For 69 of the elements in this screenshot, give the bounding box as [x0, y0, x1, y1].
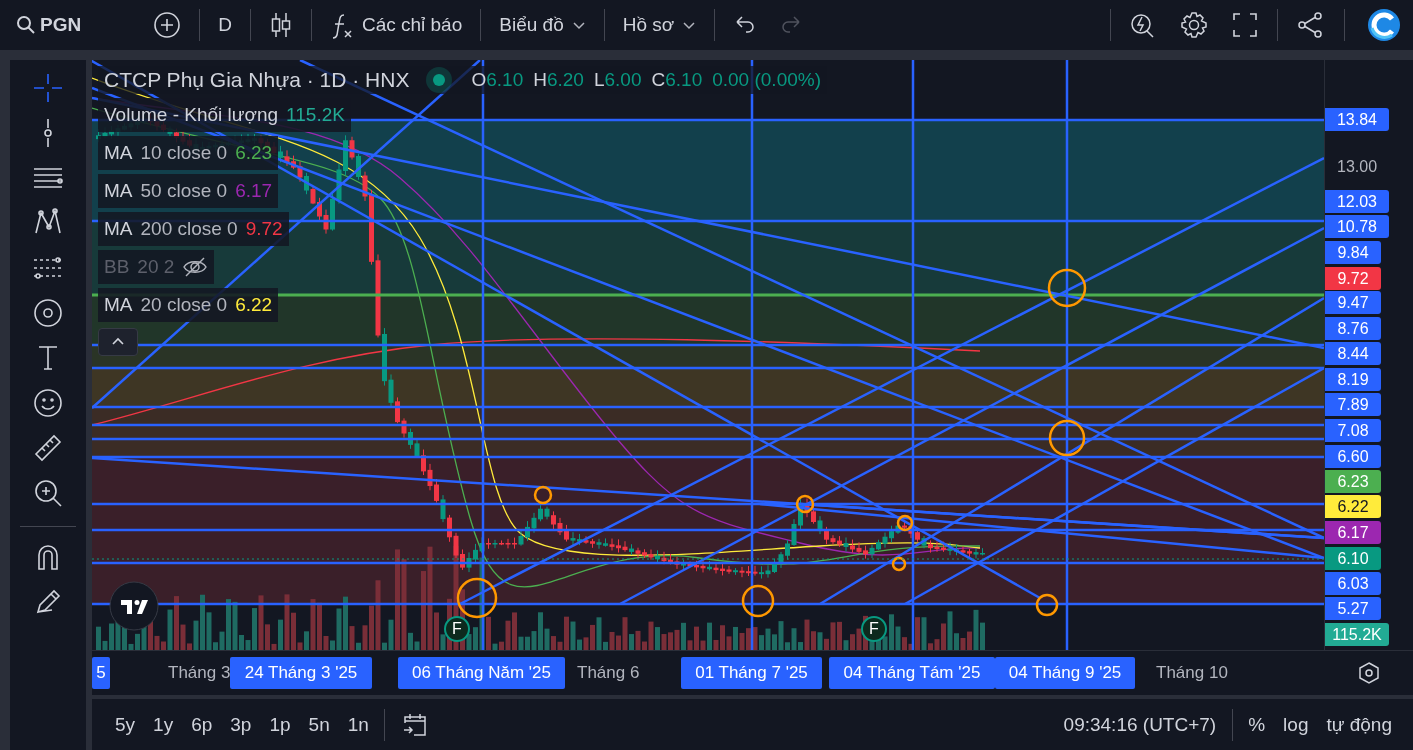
interval-button[interactable]: D [210, 6, 240, 44]
profile-menu-button[interactable]: Hồ sơ [614, 6, 705, 44]
indicator-params: 10 close 0 [140, 142, 228, 164]
price-label: 10.78 [1325, 215, 1389, 238]
indicator-params: 20 2 [137, 256, 175, 278]
indicator-value: 115.2K [286, 104, 345, 126]
ohlc-value: C6.10 [651, 69, 703, 91]
clock-time[interactable]: 09:34:16 (UTC+7) [1055, 713, 1225, 736]
time-label: 01 Tháng 7 '25 [681, 657, 822, 689]
price-tick: 13.00 [1337, 157, 1378, 177]
indicator-name: MA [104, 218, 133, 240]
log-button[interactable]: log [1276, 709, 1316, 740]
price-label: 7.89 [1325, 393, 1381, 416]
indicator-params: 20 close 0 [140, 294, 228, 316]
auto-scale-button[interactable]: tự động [1319, 709, 1399, 740]
indicator-name: Volume - Khối lượng [104, 104, 279, 126]
price-label: 7.08 [1325, 419, 1381, 442]
event-marker[interactable]: F [861, 616, 887, 642]
range-button[interactable]: 1p [262, 709, 298, 740]
indicator-value: 6.22 [235, 294, 273, 316]
time-label: Tháng 6 [577, 662, 640, 684]
ohlc-value: O6.10 [471, 69, 524, 91]
range-button[interactable]: 1n [340, 709, 376, 740]
time-label: 04 Tháng Tám '25 [829, 657, 995, 689]
time-label: 06 Tháng Năm '25 [398, 657, 565, 689]
price-label: 5.27 [1325, 597, 1381, 620]
indicator-value: 6.23 [235, 142, 273, 164]
indicator-params: 50 close 0 [140, 180, 228, 202]
indicator-value: 9.72 [245, 218, 283, 240]
price-label: 9.47 [1325, 291, 1381, 314]
price-label: 9.72 [1325, 267, 1381, 290]
price-label: 8.44 [1325, 342, 1381, 365]
price-change: 0.00 (0.00%) [712, 69, 821, 91]
price-label: 8.76 [1325, 317, 1381, 340]
time-label: 04 Tháng 9 '25 [995, 657, 1135, 689]
range-button[interactable]: 3p [223, 709, 259, 740]
symbol-title: CTCP Phụ Gia Nhựa · 1D · HNX [104, 68, 410, 92]
symbol-search-button[interactable]: PGN [8, 6, 90, 44]
indicator-name: MA [104, 294, 133, 316]
range-button[interactable]: 5n [301, 709, 337, 740]
indicator-value: 6.17 [235, 180, 273, 202]
range-button[interactable]: 5y [108, 709, 143, 740]
price-label: 6.10 [1325, 547, 1381, 570]
time-label: 5 [92, 657, 110, 689]
chart-menu-button[interactable]: Biểu đồ [491, 6, 594, 44]
price-label: 6.22 [1325, 495, 1381, 518]
indicator-name: MA [104, 142, 133, 164]
time-label: Tháng 10 [1156, 662, 1228, 684]
time-label: 24 Tháng 3 '25 [230, 657, 372, 689]
indicator-params: 200 close 0 [140, 218, 238, 240]
time-label: Tháng 3 [168, 662, 231, 684]
ohlc-value: L6.00 [593, 69, 642, 91]
price-label: 9.84 [1325, 241, 1381, 264]
price-label: 12.03 [1325, 190, 1389, 213]
indicator-name: BB [104, 256, 130, 278]
range-button[interactable]: 6p [184, 709, 220, 740]
indicators-button[interactable]: Các chỉ báo [321, 6, 471, 44]
price-label: 13.84 [1325, 108, 1389, 131]
price-label: 6.03 [1325, 572, 1381, 595]
percent-button[interactable]: % [1241, 709, 1273, 740]
price-label: 6.60 [1325, 445, 1381, 468]
price-label: 115.2K [1325, 623, 1389, 646]
indicator-name: MA [104, 180, 133, 202]
price-label: 6.23 [1325, 470, 1381, 493]
event-marker[interactable]: F [444, 616, 470, 642]
range-button[interactable]: 1y [146, 709, 181, 740]
price-label: 6.17 [1325, 521, 1381, 544]
ohlc-value: H6.20 [533, 69, 584, 91]
price-label: 8.19 [1325, 368, 1381, 391]
